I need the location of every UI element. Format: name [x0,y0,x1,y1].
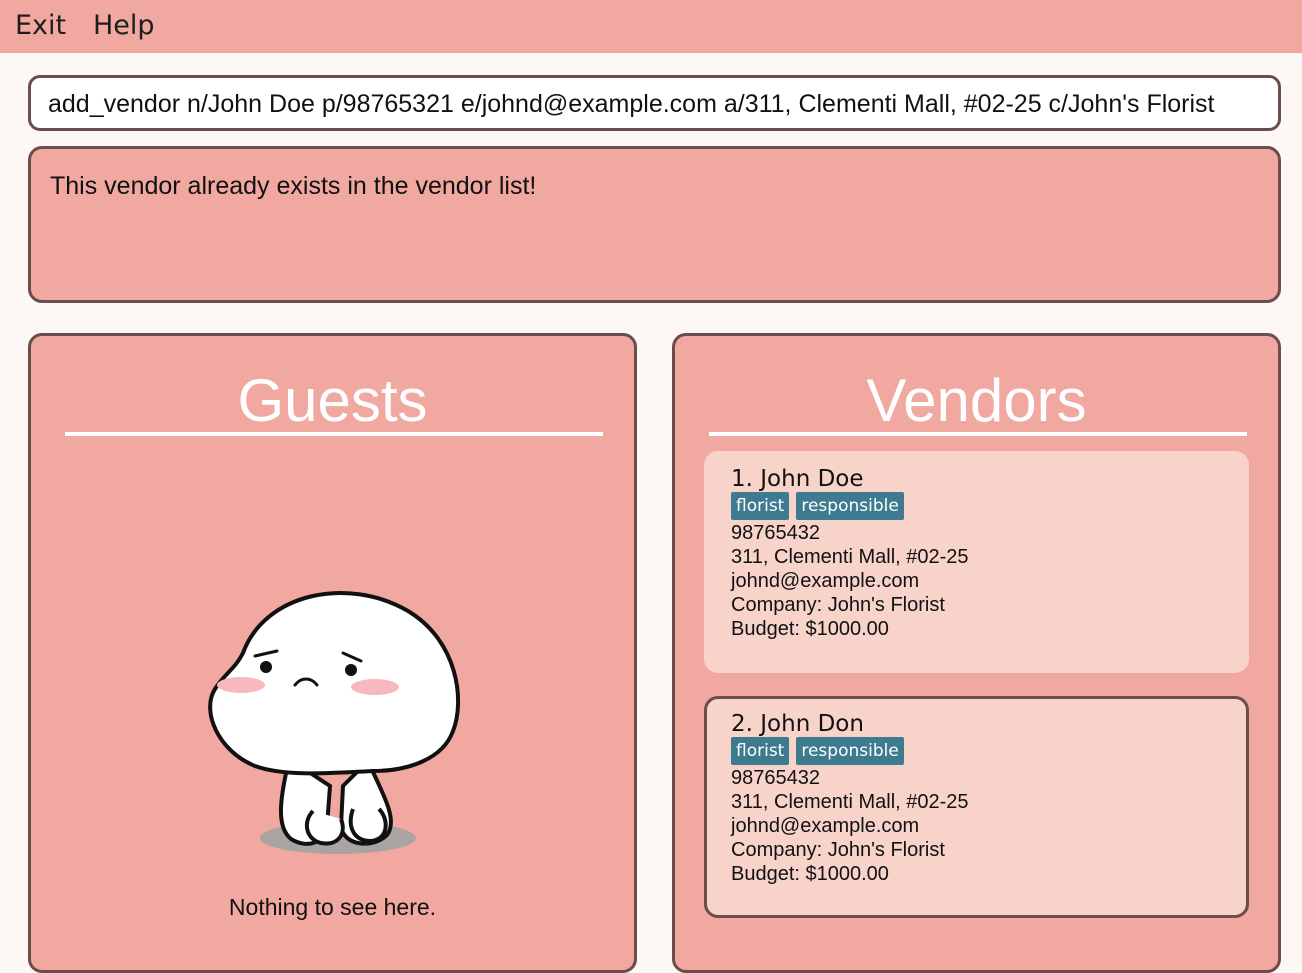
vendor-budget: Budget: $1000.00 [731,618,889,640]
vendor-email: johnd@example.com [731,570,920,592]
vendor-tag: florist [731,737,790,765]
vendor-phone: 98765432 [731,522,820,544]
guests-title-underline [65,432,603,436]
menu-help[interactable]: Help [93,10,155,41]
result-display: This vendor already exists in the vendor… [28,146,1281,303]
guests-panel: Guests Nothing to see here. [28,333,637,973]
vendors-panel: Vendors 1. John Doe florist responsible 9… [672,333,1281,973]
vendors-title-underline [709,432,1247,436]
vendor-card[interactable]: 2. John Don florist responsible 98765432 … [704,696,1249,918]
vendor-tags: florist responsible [731,737,911,765]
vendor-company: Company: John's Florist [731,594,945,616]
vendor-tag: responsible [796,492,904,520]
vendor-budget: Budget: $1000.00 [731,863,889,885]
command-input[interactable] [48,89,1263,119]
vendor-tag: florist [731,492,790,520]
vendor-name: 1. John Doe [731,466,864,492]
vendor-name: 2. John Don [731,711,864,737]
vendor-address: 311, Clementi Mall, #02-25 [731,546,969,568]
menu-bar: Exit Help [0,0,1302,53]
guests-empty-message: Nothing to see here. [228,894,437,920]
vendor-card[interactable]: 1. John Doe florist responsible 98765432 … [704,451,1249,673]
sad-mascot-icon [208,591,460,854]
vendor-address: 311, Clementi Mall, #02-25 [731,791,969,813]
guests-title: Guests [237,367,428,434]
vendor-tags: florist responsible [731,492,911,520]
menu-exit[interactable]: Exit [15,10,66,41]
vendors-title: Vendors [866,367,1087,434]
vendor-phone: 98765432 [731,767,820,789]
vendor-email: johnd@example.com [731,815,920,837]
vendor-company: Company: John's Florist [731,839,945,861]
vendor-tag: responsible [796,737,904,765]
result-message: This vendor already exists in the vendor… [50,172,537,200]
command-box [28,75,1281,131]
